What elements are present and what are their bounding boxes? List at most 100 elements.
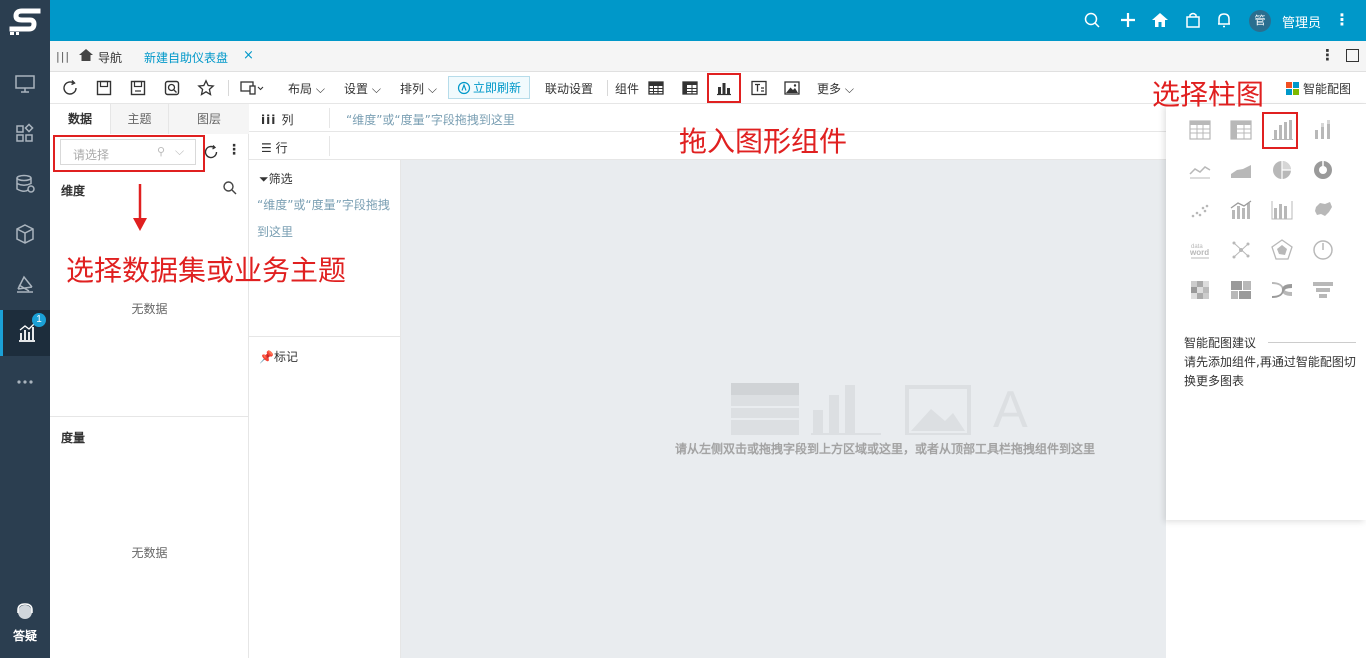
placeholder-illustration: A bbox=[731, 381, 1028, 435]
bar-chart-option-highlight bbox=[1262, 112, 1298, 149]
stacked-bar-icon[interactable] bbox=[1310, 117, 1336, 143]
filter-title[interactable]: ⏷筛选 bbox=[259, 170, 293, 187]
pin-icon: 📌 bbox=[259, 350, 274, 364]
close-icon[interactable]: × bbox=[243, 48, 254, 63]
treemap-icon[interactable] bbox=[1228, 277, 1254, 303]
crosstab-icon[interactable] bbox=[680, 78, 700, 98]
tab-theme[interactable]: 主题 bbox=[111, 104, 169, 134]
top-bar: 管 管理员 ⋮ bbox=[50, 0, 1366, 41]
dashboard-canvas[interactable]: A 请从左侧双击或拖拽字段到上方区域或这里，或者从顶部工具栏拖拽组件到这里 bbox=[401, 160, 1166, 658]
analysis-icon[interactable] bbox=[0, 264, 50, 304]
annotation-select-dataset: 选择数据集或业务主题 bbox=[66, 254, 347, 287]
refresh-now-label: 立即刷新 bbox=[472, 81, 521, 95]
combo-chart-icon[interactable] bbox=[1228, 197, 1254, 223]
tab-bar: ||| 导航 新建自助仪表盘 × ⋮ bbox=[50, 41, 1366, 72]
avatar[interactable]: 管 bbox=[1249, 10, 1271, 32]
smart-chart-label: 智能配图 bbox=[1303, 82, 1352, 96]
svg-text:A: A bbox=[993, 381, 1028, 435]
layout-menu[interactable]: 布局 ⌵ bbox=[288, 80, 325, 97]
gauge-chart-icon[interactable] bbox=[1310, 237, 1336, 263]
donut-chart-icon[interactable] bbox=[1310, 157, 1336, 183]
tab-new-dashboard[interactable]: 新建自助仪表盘 bbox=[144, 49, 228, 66]
data-panel: 数据 主题 图层 请选择 ⚲ ⌵ ⋮ 维度 无数据 度量 无数据 bbox=[50, 104, 249, 658]
tab-more-icon[interactable]: ⋮ bbox=[1320, 46, 1335, 64]
heatmap-icon[interactable] bbox=[1187, 277, 1213, 303]
panel-divider bbox=[50, 416, 249, 417]
preview-icon[interactable] bbox=[162, 78, 182, 98]
components-label: 组件 bbox=[615, 82, 640, 96]
device-dropdown-icon[interactable] bbox=[238, 78, 268, 98]
mark-label: 标记 bbox=[273, 350, 298, 364]
refresh-icon[interactable] bbox=[203, 144, 219, 160]
pie-chart-icon[interactable] bbox=[1269, 157, 1295, 183]
settings-menu[interactable]: 设置 ⌵ bbox=[344, 80, 381, 97]
monitor-icon[interactable] bbox=[0, 64, 50, 104]
map-chart-icon[interactable] bbox=[1310, 197, 1336, 223]
shopping-bag-icon[interactable] bbox=[1183, 10, 1203, 30]
chevron-down-icon: ⌵ bbox=[841, 82, 854, 96]
area-chart-icon[interactable] bbox=[1228, 157, 1254, 183]
cube-icon[interactable] bbox=[0, 214, 50, 254]
more-menu[interactable]: 更多 ⌵ bbox=[817, 80, 854, 97]
annotation-drag-component: 拖入图形组件 bbox=[679, 125, 848, 158]
toolbar-divider bbox=[607, 80, 608, 96]
app-logo[interactable] bbox=[0, 0, 50, 41]
smart-chart-suggest-text: 请先添加组件,再通过智能配图切换更多图表 bbox=[1184, 355, 1356, 388]
chevron-down-icon: ⌵ bbox=[368, 82, 381, 96]
home-icon[interactable] bbox=[78, 47, 94, 63]
dual-axis-chart-icon[interactable] bbox=[1269, 197, 1295, 223]
line-chart-icon[interactable] bbox=[1187, 157, 1213, 183]
red-arrow-icon bbox=[133, 184, 147, 231]
search-icon[interactable] bbox=[222, 180, 238, 196]
row-label: 行 bbox=[275, 141, 288, 155]
database-settings-icon[interactable] bbox=[0, 164, 50, 204]
scatter-chart-icon[interactable] bbox=[1187, 197, 1213, 223]
notification-badge: 1 bbox=[32, 313, 46, 327]
network-graph-icon[interactable] bbox=[1228, 237, 1254, 263]
star-icon[interactable] bbox=[196, 78, 216, 98]
sankey-chart-icon[interactable] bbox=[1269, 277, 1295, 303]
column-label: 列 bbox=[281, 113, 294, 127]
filter-column: ⏷筛选 “维度”或“度量”字段拖拽到这里 📌标记 bbox=[249, 160, 401, 658]
refresh-now-button[interactable]: 立即刷新 bbox=[448, 76, 530, 99]
more-vertical-icon[interactable]: ⋮ bbox=[227, 142, 241, 158]
more-dots-icon[interactable] bbox=[0, 362, 50, 402]
help-headset-icon[interactable] bbox=[0, 592, 50, 632]
arrange-label: 排列 bbox=[400, 82, 425, 96]
save-icon[interactable] bbox=[94, 78, 114, 98]
add-icon[interactable] bbox=[1118, 10, 1138, 30]
search-icon[interactable] bbox=[1082, 10, 1102, 30]
more-vertical-icon[interactable]: ⋮ bbox=[1334, 10, 1350, 29]
tab-layer[interactable]: 图层 bbox=[169, 104, 249, 134]
home-icon[interactable] bbox=[1150, 10, 1170, 30]
word-cloud-icon[interactable]: data word bbox=[1187, 237, 1213, 263]
filter-drop-hint[interactable]: “维度”或“度量”字段拖拽到这里 bbox=[257, 192, 393, 246]
apps-grid-icon[interactable] bbox=[0, 114, 50, 154]
crosstab-chart-icon[interactable] bbox=[1228, 117, 1254, 143]
username[interactable]: 管理员 bbox=[1282, 12, 1321, 31]
funnel-chart-icon[interactable] bbox=[1310, 277, 1336, 303]
image-icon[interactable] bbox=[782, 78, 802, 98]
text-box-icon[interactable] bbox=[749, 78, 769, 98]
refresh-icon[interactable] bbox=[60, 78, 80, 98]
arrange-menu[interactable]: 排列 ⌵ bbox=[400, 80, 437, 97]
radar-chart-icon[interactable] bbox=[1269, 237, 1295, 263]
tab-navigation[interactable]: 导航 bbox=[98, 49, 122, 66]
linkage-settings-button[interactable]: 联动设置 bbox=[545, 80, 593, 97]
mark-title[interactable]: 📌标记 bbox=[259, 348, 298, 365]
menu-icon[interactable]: ||| bbox=[56, 50, 70, 63]
toolbar-divider bbox=[228, 80, 229, 96]
maximize-icon[interactable] bbox=[1346, 49, 1359, 62]
annotation-select-bar: 选择柱图 bbox=[1152, 78, 1265, 111]
save-as-icon[interactable] bbox=[128, 78, 148, 98]
logo-icon bbox=[9, 8, 41, 35]
table-icon[interactable] bbox=[646, 78, 666, 98]
smart-chart-button[interactable]: 智能配图 bbox=[1286, 80, 1351, 97]
table-chart-icon[interactable] bbox=[1187, 117, 1213, 143]
row-icon: ☰ bbox=[261, 141, 276, 155]
tab-data[interactable]: 数据 bbox=[50, 104, 111, 134]
auto-refresh-icon bbox=[457, 81, 471, 94]
dimension-empty: 无数据 bbox=[131, 302, 168, 316]
help-label[interactable]: 答疑 bbox=[0, 627, 50, 644]
bell-icon[interactable] bbox=[1214, 10, 1234, 30]
